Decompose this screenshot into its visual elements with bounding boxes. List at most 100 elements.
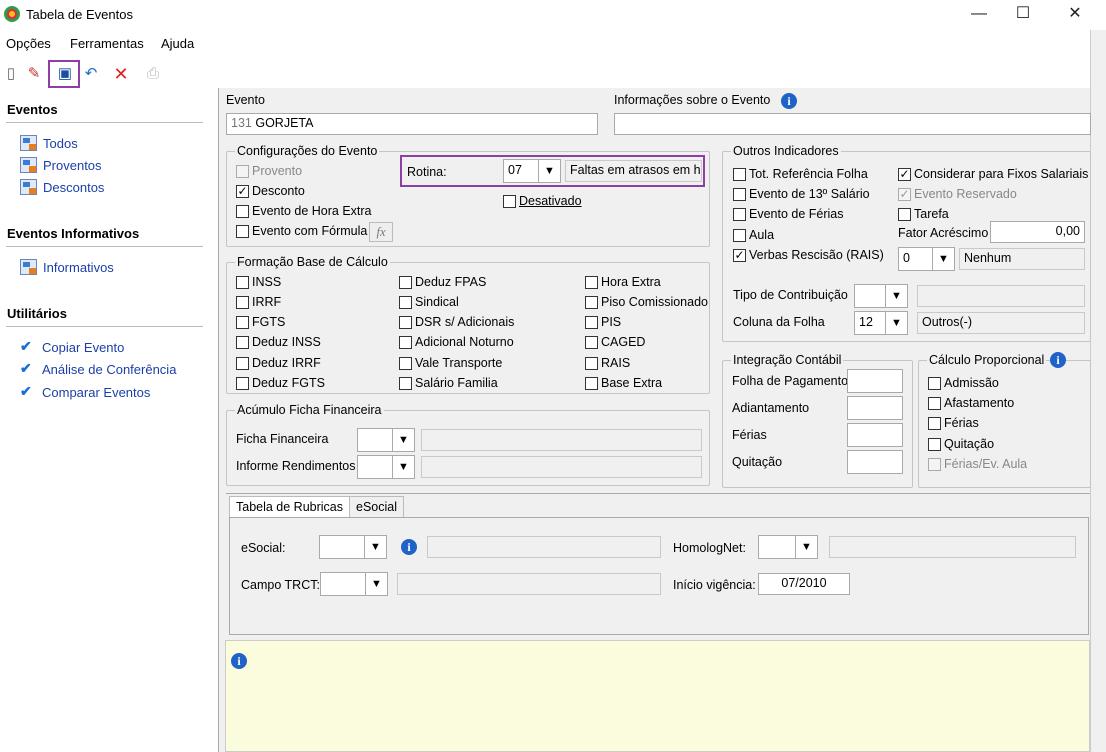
adiantamento-label: Adiantamento xyxy=(732,401,810,415)
checkbox-box xyxy=(928,437,941,451)
ferias-ev-aula-checkbox: Férias/Ev. Aula xyxy=(928,457,1027,471)
chevron-down-icon[interactable]: ▼ xyxy=(933,247,955,271)
minimize-button[interactable]: — xyxy=(956,0,1002,30)
adiantamento-input[interactable] xyxy=(847,396,903,420)
checkbox-box: ✓ xyxy=(733,247,746,262)
menu-ajuda[interactable]: Ajuda xyxy=(161,36,194,51)
chevron-down-icon[interactable]: ▼ xyxy=(366,572,388,596)
nav-descontos[interactable]: Descontos xyxy=(20,179,104,195)
admissao-checkbox[interactable]: Admissão xyxy=(928,376,999,390)
chevron-down-icon[interactable]: ▼ xyxy=(796,535,818,559)
desconto-checkbox[interactable]: ✓ Desconto xyxy=(236,184,305,198)
base-dsr[interactable]: DSR s/ Adicionais xyxy=(399,315,514,329)
checkbox-box xyxy=(898,207,911,221)
info-evento-field[interactable] xyxy=(614,113,1091,135)
folha-pagamento-input[interactable] xyxy=(847,369,903,393)
tab-esocial[interactable]: eSocial xyxy=(349,496,404,518)
base-deduz-inss[interactable]: Deduz INSS xyxy=(236,335,321,349)
info-icon[interactable]: i xyxy=(781,93,797,109)
prop-quitacao-checkbox[interactable]: Quitação xyxy=(928,437,994,451)
nav-proventos[interactable]: Proventos xyxy=(20,157,102,173)
nav-comparar-eventos[interactable]: ✔ Comparar Eventos xyxy=(20,384,150,400)
base-hora-extra[interactable]: Hora Extra xyxy=(585,275,661,289)
evento-field[interactable]: 131 GORJETA xyxy=(226,113,598,135)
decimo-checkbox[interactable]: Evento de 13º Salário xyxy=(733,187,870,201)
base-deduz-fpas[interactable]: Deduz FPAS xyxy=(399,275,486,289)
checkbox-box xyxy=(399,315,412,329)
ferias-input[interactable] xyxy=(847,423,903,447)
close-button[interactable]: ✕ xyxy=(1052,0,1098,30)
fator-input[interactable]: 0,00 xyxy=(990,221,1085,243)
menu-opcoes[interactable]: Opções xyxy=(6,36,51,51)
divider xyxy=(226,493,1090,494)
base-fgts[interactable]: FGTS xyxy=(236,315,285,329)
base-inss[interactable]: INSS xyxy=(236,275,281,289)
base-deduz-irrf[interactable]: Deduz IRRF xyxy=(236,356,321,370)
chevron-down-icon[interactable]: ▼ xyxy=(393,428,415,452)
new-document-icon[interactable]: ▯ xyxy=(0,63,22,85)
rais-select[interactable]: 0 ▼ xyxy=(898,247,955,271)
delete-icon[interactable]: ✕ xyxy=(110,63,132,85)
base-adicional-noturno[interactable]: Adicional Noturno xyxy=(399,335,514,349)
ficha-select[interactable]: ▼ xyxy=(357,428,415,452)
informe-select[interactable]: ▼ xyxy=(357,455,415,479)
checkbox-box xyxy=(733,167,746,181)
chevron-down-icon[interactable]: ▼ xyxy=(886,311,908,335)
checkbox-box xyxy=(585,295,598,309)
info-icon[interactable]: i xyxy=(401,539,417,555)
checkbox-label: Verbas Rescisão (RAIS) xyxy=(749,248,884,262)
maximize-button[interactable]: ☐ xyxy=(1000,0,1046,30)
edit-pencil-icon[interactable]: ✎ xyxy=(23,63,45,85)
quitacao-input[interactable] xyxy=(847,450,903,474)
desativado-checkbox[interactable]: Desativado xyxy=(503,194,582,208)
divider xyxy=(6,326,203,327)
aula-checkbox[interactable]: Aula xyxy=(733,228,774,242)
ferias-checkbox[interactable]: Evento de Férias xyxy=(733,207,844,221)
base-piso-comissionado[interactable]: Piso Comissionado xyxy=(585,295,708,309)
base-pis[interactable]: PIS xyxy=(585,315,621,329)
inicio-vigencia-input[interactable]: 07/2010 xyxy=(758,573,850,595)
checkbox-label: Evento de Hora Extra xyxy=(252,204,372,218)
scrollbar[interactable] xyxy=(1090,30,1106,752)
base-sindical[interactable]: Sindical xyxy=(399,295,459,309)
tab-rubricas[interactable]: Tabela de Rubricas xyxy=(229,496,351,518)
tipo-contrib-select[interactable]: ▼ xyxy=(854,284,908,308)
formula-button[interactable]: fx xyxy=(369,222,393,242)
base-salario-familia[interactable]: Salário Familia xyxy=(399,376,498,390)
hora-extra-checkbox[interactable]: Evento de Hora Extra xyxy=(236,204,372,218)
fixos-checkbox[interactable]: ✓ Considerar para Fixos Salariais xyxy=(898,167,1088,181)
info-icon[interactable]: i xyxy=(1050,352,1066,368)
base-irrf[interactable]: IRRF xyxy=(236,295,281,309)
nav-label: Copiar Evento xyxy=(42,339,125,355)
menu-ferramentas[interactable]: Ferramentas xyxy=(70,36,144,51)
app-icon xyxy=(4,6,20,22)
undo-icon[interactable]: ↶ xyxy=(80,63,102,85)
nav-informativos[interactable]: Informativos xyxy=(20,259,114,275)
base-vale-transporte[interactable]: Vale Transporte xyxy=(399,356,502,370)
coluna-select[interactable]: 12 ▼ xyxy=(854,311,908,335)
chevron-down-icon[interactable]: ▼ xyxy=(886,284,908,308)
chevron-down-icon[interactable]: ▼ xyxy=(365,535,387,559)
base-deduz-fgts[interactable]: Deduz FGTS xyxy=(236,376,325,390)
tarefa-checkbox[interactable]: Tarefa xyxy=(898,207,949,221)
com-formula-checkbox[interactable]: Evento com Fórmula xyxy=(236,224,367,238)
trct-select[interactable]: ▼ xyxy=(320,572,388,596)
base-extra[interactable]: Base Extra xyxy=(585,376,662,390)
base-rais[interactable]: RAIS xyxy=(585,356,630,370)
nav-analise-conferencia[interactable]: ✔ Análise de Conferência xyxy=(20,361,176,377)
checkbox-label: Deduz FGTS xyxy=(252,376,325,390)
outros-title: Outros Indicadores xyxy=(731,144,841,158)
checkbox-label: Desativado xyxy=(519,194,582,208)
nav-copiar-evento[interactable]: ✔ Copiar Evento xyxy=(20,339,124,355)
checkbox-box xyxy=(236,295,249,309)
afastamento-checkbox[interactable]: Afastamento xyxy=(928,396,1014,410)
homolog-select[interactable]: ▼ xyxy=(758,535,818,559)
chevron-down-icon[interactable]: ▼ xyxy=(393,455,415,479)
tot-ref-checkbox[interactable]: Tot. Referência Folha xyxy=(733,167,868,181)
checkbox-box xyxy=(733,187,746,201)
nav-todos[interactable]: Todos xyxy=(20,135,78,151)
base-caged[interactable]: CAGED xyxy=(585,335,645,349)
verbas-checkbox[interactable]: ✓ Verbas Rescisão (RAIS) xyxy=(733,248,884,262)
esocial-select[interactable]: ▼ xyxy=(319,535,387,559)
prop-ferias-checkbox[interactable]: Férias xyxy=(928,416,979,430)
